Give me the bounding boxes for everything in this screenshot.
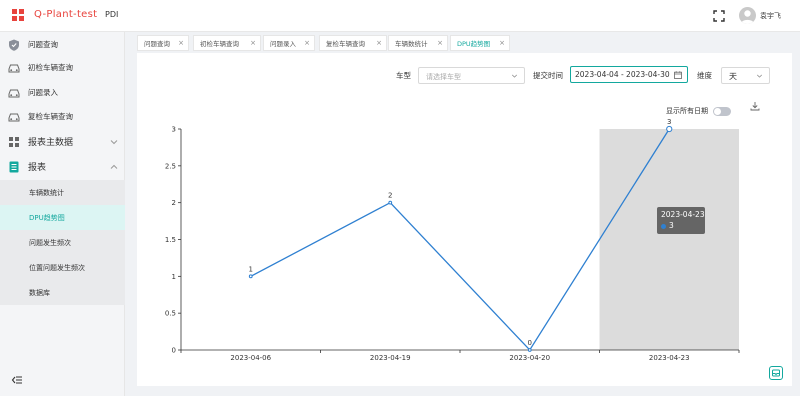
y-tick-label: 0 [172, 347, 176, 355]
y-tick-label: 1.5 [165, 236, 176, 244]
chart-tooltip: 2023-04-23 3 [657, 207, 705, 234]
tooltip-value: 3 [669, 221, 674, 230]
axis-pointer-shadow [599, 129, 739, 350]
x-tick-label: 2023-04-06 [230, 354, 271, 362]
data-label: 1 [249, 265, 253, 273]
y-tick-label: 3 [172, 126, 176, 134]
y-tick-label: 2 [172, 199, 176, 207]
x-tick-label: 2023-04-20 [509, 354, 550, 362]
tooltip-date: 2023-04-23 [661, 210, 705, 219]
data-label: 2 [388, 192, 392, 200]
data-point [388, 200, 393, 205]
y-tick-label: 2.5 [165, 162, 176, 170]
data-point [248, 274, 253, 279]
data-point [527, 348, 532, 352]
feedback-icon[interactable] [769, 366, 783, 380]
series-marker [661, 224, 666, 229]
data-label: 0 [528, 339, 532, 347]
data-label: 3 [667, 118, 671, 126]
x-tick-label: 2023-04-23 [649, 354, 690, 362]
dpu-trend-chart: 0 0.5 1 1.5 2 2.5 3 2023-04-06 2023-04-19 2023-04… [165, 118, 740, 362]
y-tick-label: 0.5 [165, 310, 176, 318]
y-tick-label: 1 [172, 273, 176, 281]
x-tick-label: 2023-04-19 [370, 354, 411, 362]
data-point [666, 125, 673, 133]
